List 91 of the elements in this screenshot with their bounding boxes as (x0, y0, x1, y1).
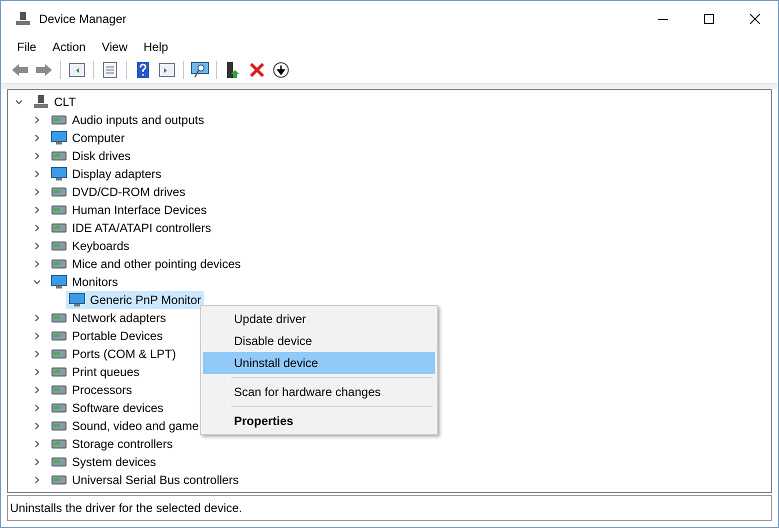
monitor-icon (51, 131, 67, 145)
tree-item[interactable]: Software devices (48, 399, 166, 417)
device-icon (51, 185, 67, 199)
tree-item[interactable]: System devices (48, 453, 160, 471)
chevron-right-icon (33, 458, 41, 466)
device-icon (51, 437, 67, 451)
tree-item[interactable]: Universal Serial Bus controllers (48, 471, 242, 489)
window-title: Device Manager (39, 12, 128, 26)
chevron-right-icon (33, 170, 41, 178)
context-menu-item[interactable]: Scan for hardware changes (203, 381, 435, 403)
device-up-arrow-icon (226, 62, 240, 78)
context-menu-item[interactable]: Update driver (203, 308, 435, 330)
device-icon (51, 365, 67, 379)
context-menu-item[interactable]: Properties (203, 410, 435, 432)
download-button[interactable] (270, 59, 292, 81)
chevron-right-icon (33, 188, 41, 196)
menu-item[interactable]: Help (136, 37, 176, 57)
chevron-right-icon (33, 224, 41, 232)
tree-item[interactable]: Ports (COM & LPT) (48, 345, 180, 363)
window-pane-icon (159, 63, 175, 77)
menu-item[interactable]: View (94, 37, 136, 57)
tree-item[interactable]: DVD/CD-ROM drives (48, 183, 188, 201)
menu-item[interactable]: Action (44, 37, 94, 57)
down-arrow-circle-icon (273, 62, 289, 78)
tree-item[interactable]: Sound, video and game (48, 417, 202, 435)
chevron-right-icon (33, 476, 41, 484)
tree-item[interactable]: Portable Devices (48, 327, 166, 345)
chevron-right-icon (33, 134, 41, 142)
context-menu-item[interactable]: Disable device (203, 330, 435, 352)
chevron-right-icon (33, 350, 41, 358)
monitor-icon (69, 293, 85, 307)
tree-item[interactable]: Generic PnP Monitor (66, 291, 204, 309)
device-icon (51, 113, 67, 127)
monitor-icon (51, 275, 67, 289)
device-icon (51, 221, 67, 235)
tree-item[interactable]: Storage controllers (48, 435, 176, 453)
device-icon (51, 347, 67, 361)
forward-arrow-icon (36, 64, 52, 76)
tree-item[interactable]: Processors (48, 381, 136, 399)
tree-item[interactable]: IDE ATA/ATAPI controllers (48, 219, 214, 237)
chevron-right-icon (33, 422, 41, 430)
device-icon (51, 401, 67, 415)
computer-icon (15, 11, 31, 27)
chevron-right-icon (33, 368, 41, 376)
tree-item[interactable]: Keyboards (48, 237, 132, 255)
status-text: Uninstalls the driver for the selected device. (10, 501, 242, 515)
tree-item[interactable]: Audio inputs and outputs (48, 111, 208, 129)
tree-item[interactable]: Display adapters (48, 165, 164, 183)
chevron-right-icon (33, 242, 41, 250)
chevron-down-icon (15, 98, 23, 106)
tree-item[interactable]: Human Interface Devices (48, 201, 210, 219)
device-icon (51, 473, 67, 487)
chevron-right-icon (33, 116, 41, 124)
device-icon (51, 257, 67, 271)
tree-item[interactable]: Print queues (48, 363, 142, 381)
device-icon (51, 311, 67, 325)
tree-item[interactable]: Mice and other pointing devices (48, 255, 244, 273)
chevron-right-icon (33, 206, 41, 214)
monitor-icon (51, 167, 67, 181)
minimize-icon (658, 18, 668, 20)
monitor-magnifier-icon (191, 62, 209, 78)
tree-item[interactable]: Monitors (48, 273, 122, 291)
chevron-right-icon (33, 332, 41, 340)
menu-item[interactable]: File (9, 37, 44, 57)
document-icon (103, 62, 117, 78)
window-pane-icon (69, 63, 85, 77)
chevron-right-icon (33, 260, 41, 268)
chevron-right-icon (33, 152, 41, 160)
context-menu-item[interactable]: Uninstall device (203, 352, 435, 374)
maximize-icon (704, 14, 714, 24)
device-icon (51, 149, 67, 163)
back-arrow-icon (12, 64, 28, 76)
tree-item[interactable]: CLT (30, 93, 79, 111)
device-icon (51, 383, 67, 397)
tree-item[interactable]: Computer (48, 129, 128, 147)
device-icon (51, 203, 67, 217)
help-icon (137, 62, 149, 78)
tree-item[interactable]: Network adapters (48, 309, 170, 327)
chevron-right-icon (33, 314, 41, 322)
device-icon (51, 455, 67, 469)
chevron-right-icon (33, 404, 41, 412)
device-icon (51, 419, 67, 433)
computer-icon (33, 94, 49, 110)
chevron-right-icon (33, 386, 41, 394)
x-icon (250, 63, 264, 77)
tree-item[interactable]: Disk drives (48, 147, 134, 165)
chevron-right-icon (33, 440, 41, 448)
device-icon (51, 239, 67, 253)
chevron-down-icon (33, 278, 41, 286)
device-icon (51, 329, 67, 343)
close-icon (750, 14, 760, 24)
